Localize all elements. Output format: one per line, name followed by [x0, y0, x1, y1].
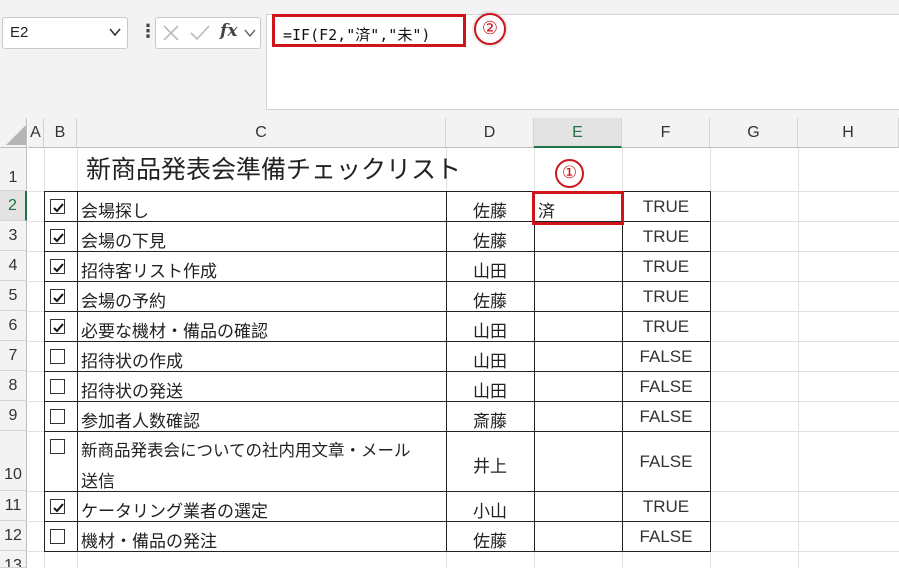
task-cell[interactable]: 機材・備品の発注 [81, 527, 217, 552]
annotation-marker-1: ① [555, 159, 584, 188]
column-header-a[interactable]: A [28, 118, 44, 148]
select-all-triangle-icon [6, 125, 26, 145]
row-header-11[interactable]: 11 [0, 491, 27, 521]
flag-cell[interactable]: TRUE [622, 257, 710, 277]
table-border [77, 191, 78, 552]
row-header-10[interactable]: 10 [0, 431, 27, 491]
flag-cell[interactable]: FALSE [622, 452, 710, 472]
row-header-3[interactable]: 3 [0, 221, 27, 251]
row-header-1[interactable]: 1 [0, 148, 27, 191]
grid-line [798, 148, 799, 568]
checkbox-unchecked[interactable] [50, 349, 65, 364]
column-header-f[interactable]: F [622, 118, 710, 148]
active-cell-highlight-box [532, 191, 624, 225]
checkbox-checked[interactable] [50, 319, 65, 334]
checkbox-unchecked[interactable] [50, 529, 65, 544]
checkbox-unchecked[interactable] [50, 379, 65, 394]
row-header-12[interactable]: 12 [0, 521, 27, 551]
task-cell[interactable]: ケータリング業者の選定 [81, 497, 268, 522]
person-cell[interactable]: 山田 [446, 317, 534, 342]
checkbox-checked[interactable] [50, 199, 65, 214]
person-cell[interactable]: 斎藤 [446, 407, 534, 432]
insert-function-icon[interactable]: fx [220, 21, 237, 41]
column-header-h[interactable]: H [798, 118, 899, 148]
flag-cell[interactable]: TRUE [622, 317, 710, 337]
annotation-marker-2: ② [474, 13, 506, 45]
flag-cell[interactable]: FALSE [622, 407, 710, 427]
row-header-9[interactable]: 9 [0, 401, 27, 431]
chevron-down-icon[interactable] [243, 26, 257, 40]
enter-check-icon[interactable] [189, 23, 211, 43]
checkbox-checked[interactable] [50, 259, 65, 274]
table-border [710, 191, 711, 552]
person-cell[interactable]: 佐藤 [446, 227, 534, 252]
row-header-5[interactable]: 5 [0, 281, 27, 311]
checkbox-unchecked[interactable] [50, 409, 65, 424]
task-cell-line2[interactable]: 送信 [81, 467, 115, 492]
flag-cell[interactable]: FALSE [622, 527, 710, 547]
flag-cell[interactable]: TRUE [622, 227, 710, 247]
table-border [44, 191, 45, 552]
checkbox-unchecked[interactable] [50, 439, 65, 454]
flag-cell[interactable]: FALSE [622, 377, 710, 397]
table-border [534, 191, 535, 552]
task-cell[interactable]: 招待客リスト作成 [81, 257, 217, 282]
task-cell[interactable]: 必要な機材・備品の確認 [81, 317, 268, 342]
person-cell[interactable]: 山田 [446, 377, 534, 402]
flag-cell[interactable]: FALSE [622, 347, 710, 367]
chevron-down-icon[interactable] [107, 24, 123, 40]
column-header-b[interactable]: B [44, 118, 77, 148]
formula-highlight-box [272, 14, 466, 47]
column-header-e[interactable]: E [534, 118, 622, 148]
column-header-c[interactable]: C [77, 118, 446, 148]
column-header-g[interactable]: G [710, 118, 798, 148]
person-cell[interactable]: 佐藤 [446, 527, 534, 552]
task-cell[interactable]: 会場の下見 [81, 227, 166, 252]
person-cell[interactable]: 佐藤 [446, 287, 534, 312]
person-cell[interactable]: 山田 [446, 257, 534, 282]
task-cell[interactable]: 招待状の作成 [81, 347, 183, 372]
task-cell-line1[interactable]: 新商品発表会についての社内用文章・メール [81, 437, 411, 461]
person-cell[interactable]: 井上 [446, 452, 534, 477]
cancel-icon[interactable] [161, 23, 181, 43]
row-header-4[interactable]: 4 [0, 251, 27, 281]
person-cell[interactable]: 小山 [446, 497, 534, 522]
flag-cell[interactable]: TRUE [622, 287, 710, 307]
checkbox-checked[interactable] [50, 229, 65, 244]
row-header-13[interactable]: 13 [0, 551, 27, 568]
row-header-7[interactable]: 7 [0, 341, 27, 371]
table-border [44, 491, 711, 492]
task-cell[interactable]: 会場探し [81, 197, 149, 222]
flag-cell[interactable]: TRUE [622, 497, 710, 517]
person-cell[interactable]: 山田 [446, 347, 534, 372]
row-header-6[interactable]: 6 [0, 311, 27, 341]
row-header-8[interactable]: 8 [0, 371, 27, 401]
row-header-2[interactable]: 2 [0, 191, 27, 221]
checkbox-checked[interactable] [50, 289, 65, 304]
task-cell[interactable]: 会場の予約 [81, 287, 166, 312]
task-cell[interactable]: 参加者人数確認 [81, 407, 200, 432]
sheet-title: 新商品発表会準備チェックリスト [86, 156, 462, 184]
task-cell[interactable]: 招待状の発送 [81, 377, 183, 402]
flag-cell[interactable]: TRUE [622, 197, 710, 217]
checkbox-checked[interactable] [50, 499, 65, 514]
column-header-d[interactable]: D [446, 118, 534, 148]
person-cell[interactable]: 佐藤 [446, 197, 534, 222]
